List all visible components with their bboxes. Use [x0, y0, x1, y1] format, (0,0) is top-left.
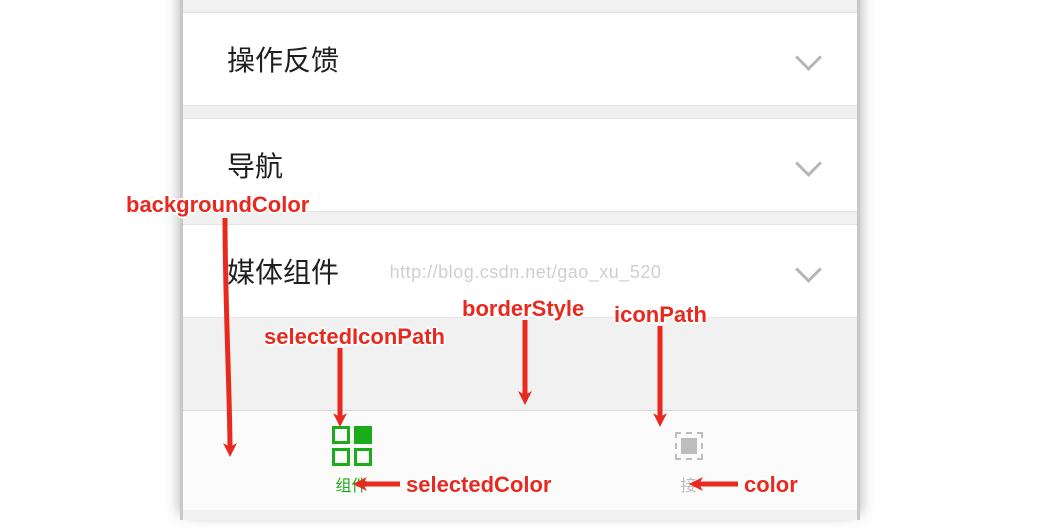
tab-bar: 组件 接 — [183, 410, 857, 510]
row-label: 操作反馈 — [227, 39, 339, 79]
grid-icon — [332, 426, 372, 466]
chevron-down-icon — [793, 150, 823, 180]
tab-label: 组件 — [335, 472, 367, 496]
chevron-down-icon — [793, 256, 823, 286]
row-label: 媒体组件 — [227, 251, 339, 291]
list-row-nav[interactable]: 导航 — [183, 118, 857, 212]
chevron-down-icon — [793, 44, 823, 74]
list-row-feedback[interactable]: 操作反馈 — [183, 12, 857, 106]
tab-components[interactable]: 组件 — [183, 411, 520, 510]
tab-api[interactable]: 接 — [520, 411, 857, 510]
tab-label: 接 — [680, 472, 696, 496]
chip-icon — [669, 426, 709, 466]
row-label: 导航 — [227, 145, 283, 185]
app-frame: 操作反馈 导航 媒体组件 组件 接 — [180, 0, 860, 520]
list-row-media[interactable]: 媒体组件 — [183, 224, 857, 318]
